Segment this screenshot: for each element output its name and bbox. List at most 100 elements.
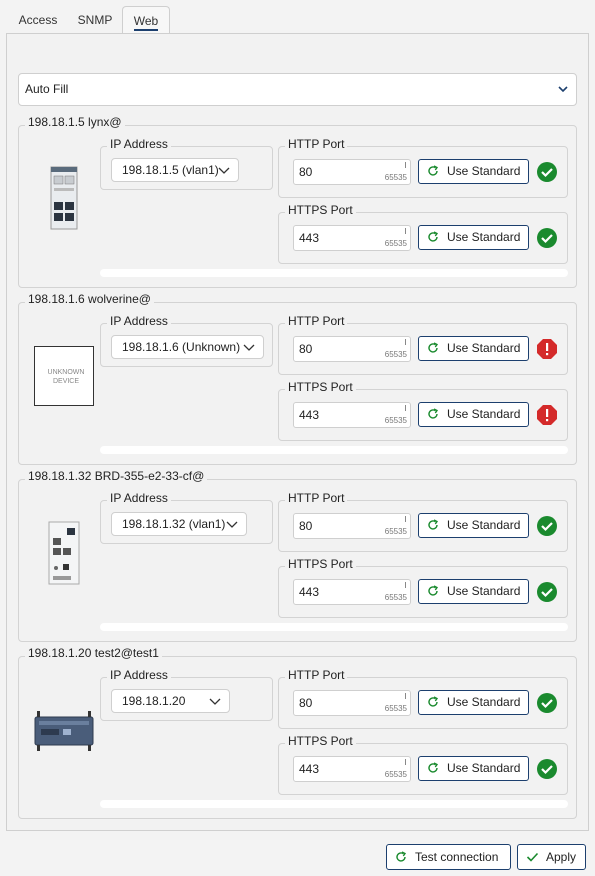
tab-access[interactable]: Access xyxy=(10,6,66,34)
https-port-group: HTTPS Port 443 65535 Use Standard xyxy=(278,734,568,795)
tab-snmp[interactable]: SNMP xyxy=(72,6,118,34)
apply-button[interactable]: Apply xyxy=(517,844,586,870)
ip-address-select[interactable]: 198.18.1.32 (vlan1) xyxy=(111,512,247,536)
check-circle-icon xyxy=(537,228,557,248)
horizontal-scrollbar[interactable] xyxy=(100,623,568,631)
use-standard-http-button[interactable]: Use Standard xyxy=(418,336,529,361)
din-router-icon xyxy=(48,521,80,585)
ip-address-select[interactable]: 198.18.1.20 xyxy=(111,689,230,713)
device-title: 198.18.1.6 wolverine@ xyxy=(25,292,154,306)
ip-address-select[interactable]: 198.18.1.6 (Unknown) xyxy=(111,335,264,359)
spinner-handle xyxy=(405,693,406,699)
web-settings-panel: Auto Fill 198.18.1.5 lynx@ IP Address 19… xyxy=(6,33,589,831)
https-port-input[interactable]: 443 65535 xyxy=(293,402,411,428)
https-port-label: HTTPS Port xyxy=(285,734,356,748)
spinner-handle xyxy=(405,405,406,411)
checkmark-icon xyxy=(526,852,539,862)
use-standard-https-button[interactable]: Use Standard xyxy=(418,402,529,427)
use-standard-label: Use Standard xyxy=(447,230,521,244)
https-port-label: HTTPS Port xyxy=(285,203,356,217)
ip-address-label: IP Address xyxy=(107,668,171,682)
use-standard-http-button[interactable]: Use Standard xyxy=(418,513,529,538)
device-title: 198.18.1.5 lynx@ xyxy=(25,115,125,129)
device-card: 198.18.1.32 BRD-355-e2-33-cf@ IP Address… xyxy=(18,469,577,642)
spinner-handle xyxy=(405,339,406,345)
https-port-group: HTTPS Port 443 65535 Use Standard xyxy=(278,557,568,618)
refresh-icon xyxy=(428,519,439,530)
http-port-group: HTTP Port 80 65535 Use Standard xyxy=(278,491,568,552)
ip-address-group: IP Address 198.18.1.6 (Unknown) xyxy=(100,314,273,367)
device-card: 198.18.1.20 test2@test1 IP Address 198.1… xyxy=(18,646,577,819)
ip-address-group: IP Address 198.18.1.5 (vlan1) xyxy=(100,137,273,190)
ip-address-value: 198.18.1.20 xyxy=(122,694,186,708)
refresh-icon xyxy=(396,851,407,862)
http-port-group: HTTP Port 80 65535 Use Standard xyxy=(278,137,568,198)
ip-address-label: IP Address xyxy=(107,491,171,505)
port-max-label: 65535 xyxy=(384,527,407,536)
refresh-icon xyxy=(428,231,439,242)
switch-device-icon xyxy=(50,166,78,230)
device-card: 198.18.1.6 wolverine@ UNKNOWN DEVICE IP … xyxy=(18,292,577,465)
https-port-label: HTTPS Port xyxy=(285,557,356,571)
refresh-icon xyxy=(428,342,439,353)
chevron-down-icon xyxy=(243,344,255,351)
tab-web[interactable]: Web xyxy=(122,6,170,34)
use-standard-label: Use Standard xyxy=(447,761,521,775)
test-connection-button[interactable]: Test connection xyxy=(386,844,511,870)
port-max-label: 65535 xyxy=(384,593,407,602)
use-standard-https-button[interactable]: Use Standard xyxy=(418,756,529,781)
https-port-value: 443 xyxy=(299,408,320,422)
use-standard-https-button[interactable]: Use Standard xyxy=(418,225,529,250)
chevron-down-icon xyxy=(209,698,221,705)
chevron-down-icon xyxy=(558,86,568,93)
refresh-icon xyxy=(428,165,439,176)
refresh-icon xyxy=(428,696,439,707)
ip-address-group: IP Address 198.18.1.32 (vlan1) xyxy=(100,491,273,544)
https-port-group: HTTPS Port 443 65535 Use Standard xyxy=(278,203,568,264)
horizontal-scrollbar[interactable] xyxy=(100,446,568,454)
https-port-input[interactable]: 443 65535 xyxy=(293,579,411,605)
port-max-label: 65535 xyxy=(384,416,407,425)
https-port-value: 443 xyxy=(299,231,320,245)
autofill-value: Auto Fill xyxy=(25,82,69,96)
check-circle-icon xyxy=(537,693,557,713)
http-port-group: HTTP Port 80 65535 Use Standard xyxy=(278,314,568,375)
autofill-dropdown[interactable]: Auto Fill xyxy=(18,73,577,106)
ip-address-value: 198.18.1.5 (vlan1) xyxy=(122,163,219,177)
https-port-label: HTTPS Port xyxy=(285,380,356,394)
http-port-input[interactable]: 80 65535 xyxy=(293,336,411,362)
device-card: 198.18.1.5 lynx@ IP Address 198.18.1.5 (… xyxy=(18,115,577,288)
spinner-handle xyxy=(405,162,406,168)
https-port-input[interactable]: 443 65535 xyxy=(293,756,411,782)
refresh-icon xyxy=(428,762,439,773)
https-port-input[interactable]: 443 65535 xyxy=(293,225,411,251)
horizontal-scrollbar[interactable] xyxy=(100,800,568,808)
http-port-input[interactable]: 80 65535 xyxy=(293,159,411,185)
http-port-value: 80 xyxy=(299,696,313,710)
chevron-down-icon xyxy=(226,521,238,528)
ip-address-select[interactable]: 198.18.1.5 (vlan1) xyxy=(111,158,239,182)
refresh-icon xyxy=(428,408,439,419)
http-port-input[interactable]: 80 65535 xyxy=(293,513,411,539)
horizontal-scrollbar[interactable] xyxy=(100,269,568,277)
check-circle-icon xyxy=(537,162,557,182)
use-standard-https-button[interactable]: Use Standard xyxy=(418,579,529,604)
rugged-router-icon xyxy=(34,711,94,751)
device-title: 198.18.1.20 test2@test1 xyxy=(25,646,162,660)
http-port-input[interactable]: 80 65535 xyxy=(293,690,411,716)
device-title: 198.18.1.32 BRD-355-e2-33-cf@ xyxy=(25,469,208,483)
port-max-label: 65535 xyxy=(384,173,407,182)
spinner-handle xyxy=(405,228,406,234)
port-max-label: 65535 xyxy=(384,704,407,713)
use-standard-http-button[interactable]: Use Standard xyxy=(418,159,529,184)
use-standard-http-button[interactable]: Use Standard xyxy=(418,690,529,715)
http-port-label: HTTP Port xyxy=(285,137,348,151)
unknown-device-label: UNKNOWN DEVICE xyxy=(47,369,85,385)
http-port-label: HTTP Port xyxy=(285,314,348,328)
http-port-label: HTTP Port xyxy=(285,491,348,505)
ip-address-value: 198.18.1.32 (vlan1) xyxy=(122,517,226,531)
refresh-icon xyxy=(428,585,439,596)
ip-address-value: 198.18.1.6 (Unknown) xyxy=(122,340,241,354)
ip-address-label: IP Address xyxy=(107,137,171,151)
check-circle-icon xyxy=(537,582,557,602)
